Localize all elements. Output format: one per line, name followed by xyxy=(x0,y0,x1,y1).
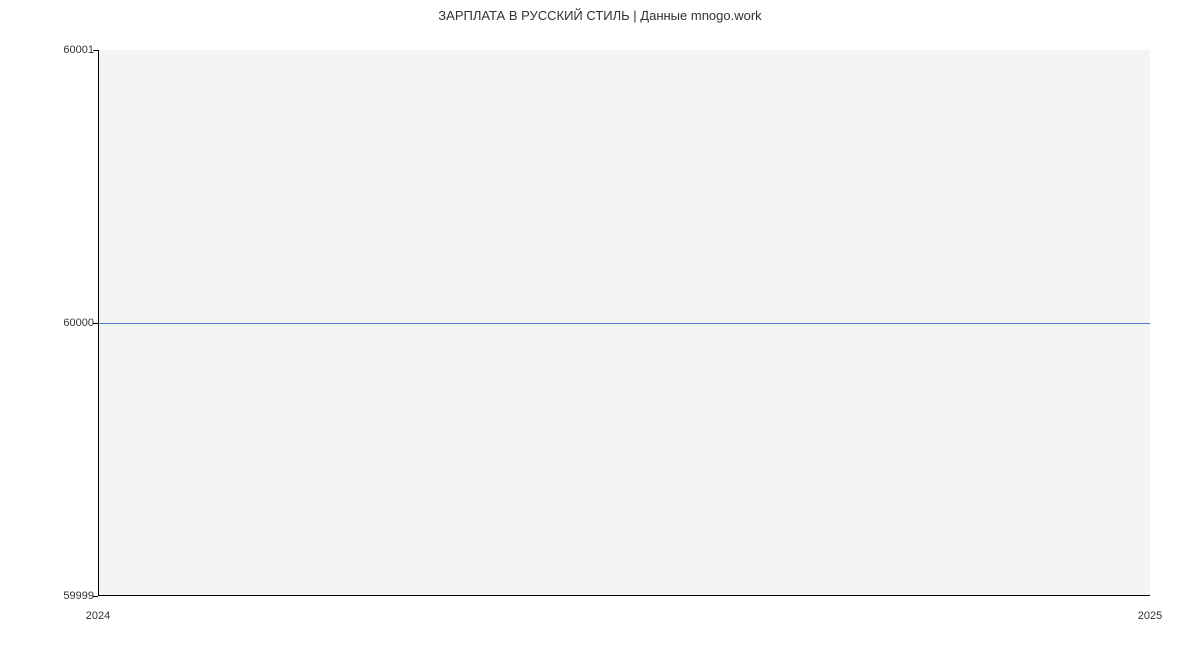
x-tick-label: 2025 xyxy=(1138,610,1162,622)
y-tick-label: 60001 xyxy=(63,44,94,56)
plot-area xyxy=(98,50,1150,596)
chart-title: ЗАРПЛАТА В РУССКИЙ СТИЛЬ | Данные mnogo.… xyxy=(0,8,1200,23)
y-tick-label: 60000 xyxy=(63,317,94,329)
y-tick-label: 59999 xyxy=(63,590,94,602)
data-line xyxy=(99,323,1150,324)
x-tick-label: 2024 xyxy=(86,610,110,622)
